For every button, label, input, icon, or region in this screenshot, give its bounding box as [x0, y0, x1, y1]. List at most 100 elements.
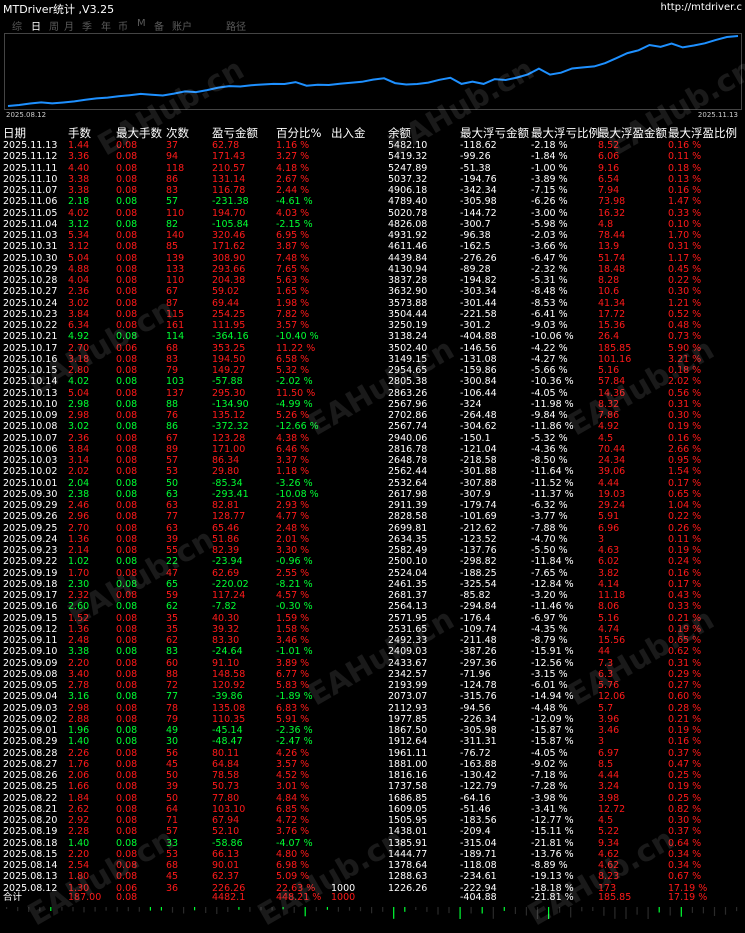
table-row[interactable]: 2025.08.27 1.76 0.08 45 64.84 3.57 % 1881.00 -1…	[0, 759, 745, 770]
header-6[interactable]: 出入金	[331, 125, 366, 141]
header-9[interactable]: 最大浮亏比例	[531, 125, 600, 141]
table-row[interactable]: 2025.10.01 2.04 0.08 50 -85.34 -3.26 % 2532.64…	[0, 478, 745, 489]
header-8[interactable]: 最大浮亏金额	[460, 125, 529, 141]
cell-11: 0.48 %	[668, 320, 702, 331]
table-row[interactable]: 2025.10.15 2.80 0.08 79 149.27 5.32 % 2954.65 -…	[0, 365, 745, 376]
table-row[interactable]: 2025.09.29 2.46 0.08 63 82.81 2.93 % 2911.39 -1…	[0, 500, 745, 511]
table-row[interactable]: 2025.10.09 2.98 0.08 76 135.12 5.26 % 2702.86 -…	[0, 410, 745, 421]
table-row[interactable]: 2025.11.04 3.12 0.08 82 -105.84 -2.15 % 4826.0…	[0, 219, 745, 230]
table-row[interactable]: 2025.08.28 2.26 0.08 56 80.11 4.26 % 1961.11 -7…	[0, 748, 745, 759]
tab-6[interactable]: 币	[118, 18, 128, 33]
cell-3: 53	[166, 466, 179, 478]
table-row[interactable]: 2025.08.21 2.62 0.08 64 103.10 6.85 % 1609.05 -…	[0, 804, 745, 815]
table-row[interactable]: 2025.10.08 3.02 0.08 86 -372.32 -12.66 % 2567.…	[0, 421, 745, 432]
table-row[interactable]: 2025.10.29 4.88 0.08 133 293.66 7.65 % 4130.94…	[0, 264, 745, 275]
website-link[interactable]: http://mtdriver.c	[661, 2, 742, 13]
header-4[interactable]: 盈亏金额	[212, 125, 258, 141]
tab-3[interactable]: 月	[64, 18, 74, 33]
table-row[interactable]: 2025.11.10 3.38 0.08 86 131.14 2.67 % 5037.32 -…	[0, 174, 745, 185]
tab-9[interactable]: 账户	[172, 18, 192, 33]
header-0[interactable]: 日期	[3, 125, 26, 141]
table-row[interactable]: 2025.09.09 2.20 0.08 60 91.10 3.89 % 2433.67 -2…	[0, 658, 745, 669]
table-row[interactable]: 2025.10.16 3.18 0.08 83 194.50 6.58 % 3149.15 -…	[0, 354, 745, 365]
table-row[interactable]: 2025.08.26 2.06 0.08 50 78.58 4.52 % 1816.16 -1…	[0, 770, 745, 781]
table-row[interactable]: 2025.09.30 2.38 0.08 63 -293.41 -10.08 % 2617.…	[0, 489, 745, 500]
tab-1[interactable]: 日	[31, 18, 41, 33]
table-row[interactable]: 2025.09.19 1.70 0.08 47 62.69 2.55 % 2524.04 -1…	[0, 568, 745, 579]
cell-2: 0.08	[116, 151, 138, 163]
tab-7[interactable]: M	[137, 18, 146, 29]
table-row[interactable]: 2025.09.02 2.88 0.08 79 110.35 5.91 % 1977.85 -…	[0, 714, 745, 725]
tab-2[interactable]: 周	[49, 18, 59, 33]
cell-1: 2.60	[68, 601, 90, 613]
table-row[interactable]: 2025.08.19 2.28 0.08 57 52.10 3.76 % 1438.01 -2…	[0, 826, 745, 837]
table-row[interactable]: 2025.10.02 2.02 0.08 53 29.80 1.18 % 2562.44 -3…	[0, 466, 745, 477]
table-row[interactable]: 2025.11.12 3.36 0.08 94 171.43 3.27 % 5419.32 -…	[0, 151, 745, 162]
header-7[interactable]: 余额	[388, 125, 411, 141]
table-row[interactable]: 2025.09.18 2.30 0.08 65 -220.02 -8.21 % 2461.3…	[0, 579, 745, 590]
table-row[interactable]: 2025.09.03 2.98 0.08 78 135.08 6.83 % 2112.93 -…	[0, 703, 745, 714]
table-row[interactable]: 2025.09.04 3.16 0.08 77 -39.86 -1.89 % 2073.07…	[0, 691, 745, 702]
table-row[interactable]: 2025.10.03 3.14 0.08 57 86.34 3.37 % 2648.78 -2…	[0, 455, 745, 466]
table-row[interactable]: 2025.09.15 1.52 0.08 35 40.30 1.59 % 2571.95 -1…	[0, 613, 745, 624]
table-row[interactable]: 2025.10.06 3.84 0.08 89 171.00 6.46 % 2816.78 -…	[0, 444, 745, 455]
cell-11: 1.70 %	[668, 230, 702, 241]
tab-8[interactable]: 备	[154, 18, 164, 33]
table-row[interactable]: 2025.11.03 5.34 0.08 140 320.46 6.95 % 4931.92…	[0, 230, 745, 241]
cell-2: 0.08	[116, 860, 138, 871]
table-row[interactable]: 2025.11.06 2.18 0.08 57 -231.38 -4.61 % 4789.4…	[0, 196, 745, 207]
total-row: 合计 187.00 0.08 4482.1 448.21 % 1000 -404.88 -21…	[0, 892, 745, 903]
table-row[interactable]: 2025.10.24 3.02 0.08 87 69.44 1.98 % 3573.88 -3…	[0, 298, 745, 309]
header-3[interactable]: 次数	[166, 125, 189, 141]
cell-3: 67	[166, 286, 179, 298]
cell-5: 4.80 %	[276, 848, 310, 860]
header-2[interactable]: 最大手数	[116, 125, 162, 141]
table-row[interactable]: 2025.11.11 4.40 0.08 118 210.57 4.18 % 5247.89…	[0, 163, 745, 174]
cell-1: 5.34	[68, 230, 90, 241]
table-row[interactable]: 2025.10.17 2.70 0.06 68 353.25 11.22 % 3502.40…	[0, 343, 745, 354]
table-row[interactable]: 2025.10.07 2.36 0.08 67 123.28 4.38 % 2940.06 -…	[0, 433, 745, 444]
header-1[interactable]: 手数	[68, 125, 91, 141]
tab-4[interactable]: 季	[82, 18, 92, 33]
table-row[interactable]: 2025.10.27 2.36 0.08 67 59.02 1.65 % 3632.90 -3…	[0, 286, 745, 297]
table-row[interactable]: 2025.09.12 1.36 0.08 35 39.32 1.58 % 2531.65 -1…	[0, 624, 745, 635]
table-row[interactable]: 2025.11.07 3.38 0.08 83 116.78 2.44 % 4906.18 -…	[0, 185, 745, 196]
table-row[interactable]: 2025.08.25 1.66 0.08 39 50.73 3.01 % 1737.58 -1…	[0, 781, 745, 792]
table-row[interactable]: 2025.10.10 2.98 0.08 88 -134.90 -4.99 % 2567.9…	[0, 399, 745, 410]
table-row[interactable]: 2025.09.23 2.14 0.08 55 82.39 3.30 % 2582.49 -1…	[0, 545, 745, 556]
header-10[interactable]: 最大浮盈金额	[598, 125, 667, 141]
tab-5[interactable]: 年	[101, 18, 111, 33]
table-row[interactable]: 2025.08.14 2.54 0.08 68 90.01 6.98 % 1378.64 -1…	[0, 860, 745, 871]
table-row[interactable]: 2025.09.22 1.02 0.08 22 -23.94 -0.96 % 2500.10…	[0, 556, 745, 567]
table-row[interactable]: 2025.10.22 6.34 0.08 161 111.95 3.57 % 3250.19…	[0, 320, 745, 331]
table-row[interactable]: 2025.10.21 4.92 0.08 114 -364.16 -10.40 % 3138…	[0, 331, 745, 342]
tab-0[interactable]: 综	[12, 18, 22, 33]
table-row[interactable]: 2025.10.14 4.02 0.08 103 -57.88 -2.02 % 2805.3…	[0, 376, 745, 387]
table-row[interactable]: 2025.08.22 1.84 0.08 50 77.80 4.84 % 1686.85 -6…	[0, 793, 745, 804]
table-row[interactable]: 2025.09.24 1.36 0.08 39 51.86 2.01 % 2634.35 -1…	[0, 534, 745, 545]
table-row[interactable]: 2025.09.08 3.40 0.08 88 148.58 6.77 % 2342.57 -…	[0, 669, 745, 680]
table-row[interactable]: 2025.09.10 3.38 0.08 83 -24.64 -1.01 % 2409.03…	[0, 646, 745, 657]
header-5[interactable]: 百分比%	[276, 125, 321, 141]
table-row[interactable]: 2025.08.20 2.92 0.08 71 67.94 4.72 % 1505.95 -1…	[0, 815, 745, 826]
table-row[interactable]: 2025.11.05 4.02 0.08 110 194.70 4.03 % 5020.78…	[0, 208, 745, 219]
table-row[interactable]: 2025.09.01 1.96 0.08 49 -45.14 -2.36 % 1867.50…	[0, 725, 745, 736]
table-row[interactable]: 2025.08.15 2.20 0.08 53 66.13 4.80 % 1444.77 -1…	[0, 849, 745, 860]
table-row[interactable]: 2025.10.30 5.04 0.08 139 308.90 7.48 % 4439.84…	[0, 253, 745, 264]
table-row[interactable]: 2025.08.29 1.40 0.08 30 -48.47 -2.47 % 1912.64…	[0, 736, 745, 747]
tab-10[interactable]: 路径	[226, 18, 246, 33]
header-11[interactable]: 最大浮盈比例	[668, 125, 737, 141]
table-row[interactable]: 2025.09.26 2.96 0.08 77 128.77 4.77 % 2828.58 -…	[0, 511, 745, 522]
table-row[interactable]: 2025.10.28 4.04 0.08 110 204.38 5.63 % 3837.28…	[0, 275, 745, 286]
table-row[interactable]: 2025.09.11 2.48 0.08 62 83.30 3.46 % 2492.33 -2…	[0, 635, 745, 646]
table-row[interactable]: 2025.10.23 3.84 0.08 115 254.25 7.82 % 3504.44…	[0, 309, 745, 320]
table-row[interactable]: 2025.09.05 2.78 0.08 72 120.92 5.83 % 2193.99 -…	[0, 680, 745, 691]
table-row[interactable]: 2025.09.16 2.60 0.08 62 -7.82 -0.30 % 2564.13 -…	[0, 601, 745, 612]
table-row[interactable]: 2025.09.17 2.32 0.08 59 117.24 4.57 % 2681.37 -…	[0, 590, 745, 601]
table-row[interactable]: 2025.10.31 3.12 0.08 85 171.62 3.87 % 4611.46 -…	[0, 241, 745, 252]
table-row[interactable]: 2025.11.13 1.44 0.08 37 62.78 1.16 % 5482.10 -1…	[0, 140, 745, 151]
table-row[interactable]: 2025.08.18 1.40 0.08 33 -58.86 -4.07 % 1385.91…	[0, 838, 745, 849]
table-row[interactable]: 2025.10.13 5.04 0.08 137 295.30 11.50 % 2863.2…	[0, 388, 745, 399]
table-row[interactable]: 2025.09.25 2.70 0.08 63 65.46 2.48 % 2699.81 -2…	[0, 523, 745, 534]
table-row[interactable]: 2025.08.13 1.80 0.08 45 62.37 5.09 % 1288.63 -2…	[0, 871, 745, 882]
